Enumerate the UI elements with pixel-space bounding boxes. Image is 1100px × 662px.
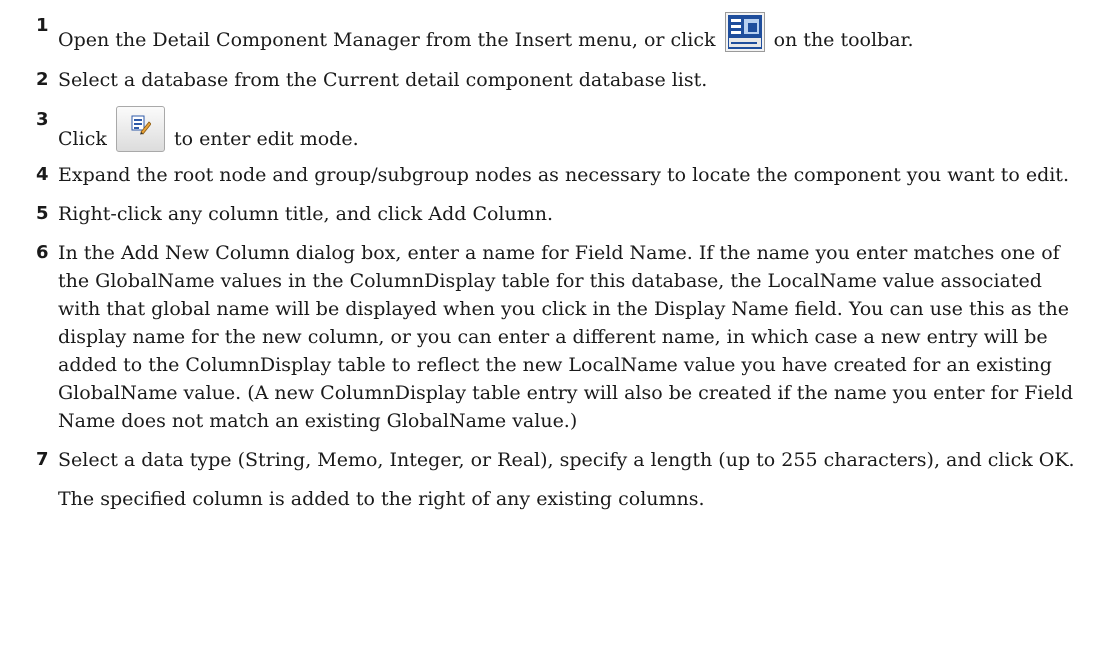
step-text: Select a database from the Current detai…: [58, 69, 708, 91]
step-number: 7: [36, 449, 49, 470]
step-6: 6 In the Add New Column dialog box, ente…: [36, 239, 1076, 435]
result-note: The specified column is added to the rig…: [58, 488, 705, 510]
instruction-document: 1 Open the Detail Component Manager from…: [36, 0, 1076, 513]
step-2: 2 Select a database from the Current det…: [36, 66, 1076, 94]
step-text: on the toolbar.: [773, 29, 914, 51]
step-4: 4 Expand the root node and group/subgrou…: [36, 161, 1076, 189]
step-text: In the Add New Column dialog box, enter …: [58, 242, 1073, 432]
step-3: 3 Click to enter edit mode.: [36, 106, 1076, 153]
step-text: Click: [58, 128, 107, 150]
step-1: 1 Open the Detail Component Manager from…: [36, 12, 1076, 54]
step-number: 4: [36, 164, 49, 185]
step-number: 2: [36, 69, 49, 90]
step-number: 6: [36, 242, 49, 263]
step-7: 7 Select a data type (String, Memo, Inte…: [36, 446, 1076, 474]
step-text: Open the Detail Component Manager from t…: [58, 29, 716, 51]
step-text: to enter edit mode.: [173, 128, 359, 150]
edit-mode-icon: [115, 106, 165, 152]
step-text: Select a data type (String, Memo, Intege…: [58, 449, 1075, 471]
step-text: Right-click any column title, and click …: [58, 203, 554, 225]
detail-component-manager-icon: [724, 12, 765, 52]
step-number: 5: [36, 203, 49, 224]
step-text: Expand the root node and group/subgroup …: [58, 164, 1069, 186]
step-5: 5 Right-click any column title, and clic…: [36, 200, 1076, 228]
step-number: 3: [36, 109, 49, 130]
step-number: 1: [36, 15, 49, 36]
